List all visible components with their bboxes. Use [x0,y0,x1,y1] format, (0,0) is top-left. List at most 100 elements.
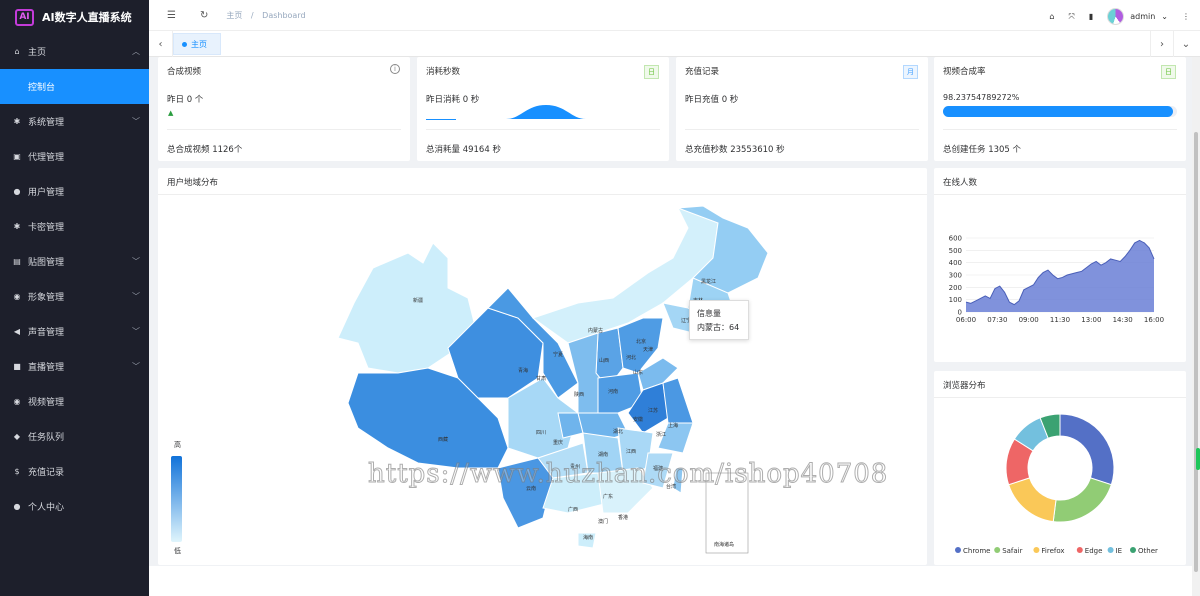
breadcrumb: 主页 / Dashboard [226,10,305,21]
more-vertical-icon[interactable]: ⋮ [1182,12,1190,21]
map-card: 用户地域分布 新疆 西藏 青海 甘肃 内蒙古 黑龙江 辽宁 宁夏 山西 河北 北… [158,168,927,565]
x-tick-label: 14:30 [1113,316,1133,324]
legend-dot [1076,547,1083,553]
sidebar-item-2[interactable]: ✱ 系统管理 ﹀ [0,104,149,139]
sidebar-item-label: 直播管理 [28,363,65,373]
legend-low-label: 低 [174,547,181,555]
sidebar-item-label: 个人中心 [28,503,65,513]
app-logo[interactable]: AI AI数字人直播系统 [0,0,149,34]
y-tick-label: 100 [949,296,962,304]
top-bar: ☰ ↻ 主页 / Dashboard ⌂ ⤧ ▮ admin ⌄ ⋮ [149,0,1200,31]
svg-text:宁夏: 宁夏 [553,351,563,358]
username: admin [1130,12,1156,21]
sidebar-item-label: 贴图管理 [28,258,65,268]
footer-area [149,566,1192,596]
info-icon[interactable]: i [390,64,400,74]
china-map[interactable]: 新疆西藏青海甘肃 内蒙古黑龙江吉林辽宁 宁夏山西河北北京 天津山东陕西河南 四川… [158,168,927,565]
chevron-up-icon: ︿ [132,47,140,56]
stat-card-rate: 视频合成率 日 98.23754789272% 总创建任务 1305 个 [934,57,1186,161]
tab-dropdown-icon[interactable]: ⌄ [1174,31,1198,57]
tab-next-icon[interactable]: › [1150,31,1174,57]
svg-text:青海: 青海 [518,367,528,374]
gear-icon: ✱ [13,117,21,126]
stat-footer: 总合成视频 1126个 [167,145,243,155]
stat-footer: 总充值秒数 23553610 秒 [685,145,785,155]
sidebar-item-4[interactable]: ● 用户管理 [0,174,149,209]
store-icon: ▣ [13,152,21,161]
stat-title: 合成视频 [167,67,202,77]
tab-label: 主页 [191,39,207,49]
user-menu[interactable]: admin ⌄ [1107,8,1168,25]
home-icon[interactable]: ⌂ [1049,12,1054,21]
sidebar-item-label: 视频管理 [28,398,65,408]
page-scrollbar[interactable] [1192,57,1200,596]
sidebar-item-9[interactable]: ■ 直播管理 ﹀ [0,349,149,384]
tooltip-value: 内蒙古：64 [697,323,740,332]
sidebar-item-label: 用户管理 [28,188,65,198]
sidebar-item-3[interactable]: ▣ 代理管理 [0,139,149,174]
svg-text:浙江: 浙江 [656,431,666,438]
fullscreen-icon[interactable]: ⤧ [1068,12,1074,22]
chevron-down-icon: ⌄ [1161,12,1168,21]
svg-text:陕西: 陕西 [574,391,584,398]
breadcrumb-home[interactable]: 主页 [226,11,242,20]
sidebar-item-5[interactable]: ✱ 卡密管理 [0,209,149,244]
tooltip-title: 信息量 [697,309,721,318]
stat-line: 98.23754789272% [943,93,1020,102]
stat-card-recharge: 充值记录 月 昨日充值 0 秒 总充值秒数 23553610 秒 [676,57,928,161]
lock-icon[interactable]: ▮ [1089,12,1093,21]
svg-text:香港: 香港 [618,514,628,521]
pie-slice-safair [1052,477,1112,523]
x-tick-label: 13:00 [1081,316,1101,324]
svg-text:江苏: 江苏 [648,407,658,414]
stat-badge: 月 [903,65,918,79]
sidebar-item-0[interactable]: ⌂ 主页 ︿ [0,34,149,69]
legend-dot [955,547,961,553]
breadcrumb-separator: / [250,10,254,20]
online-card: 在线人数 0 100 200 300 400 500 600 06:00 07:30 09:00 1… [934,168,1186,362]
sidebar-item-8[interactable]: ◀ 声音管理 ﹀ [0,314,149,349]
avatar [1107,8,1125,25]
stat-badge: 日 [1161,65,1176,79]
stat-title: 消耗秒数 [426,67,461,77]
legend-dot [994,547,1001,553]
stat-title: 视频合成率 [943,67,986,77]
y-tick-label: 500 [949,247,962,255]
sidebar-item-label: 系统管理 [28,118,65,128]
sidebar-item-11[interactable]: ◆ 任务队列 [0,419,149,454]
video-icon: ■ [13,362,21,371]
sidebar-item-label: 卡密管理 [28,223,65,233]
trend-up-icon: ▲ [168,109,174,117]
mini-area-chart [426,105,586,120]
legend-label: Firefox [1041,547,1064,555]
scrollbar-thumb[interactable] [1194,132,1198,572]
sidebar-item-6[interactable]: ▤ 贴图管理 ﹀ [0,244,149,279]
progress-fill [943,106,1173,117]
svg-text:四川: 四川 [536,430,546,436]
stat-card-seconds: 消耗秒数 日 昨日消耗 0 秒 总消耗量 49164 秒 [417,57,669,161]
chevron-down-icon: ﹀ [132,292,140,301]
sidebar-item-10[interactable]: ◉ 视频管理 [0,384,149,419]
sidebar-item-1[interactable]: 控制台 [0,69,149,104]
menu-toggle-icon[interactable]: ☰ [167,10,176,21]
legend-label: Chrome [963,547,990,555]
stat-footer: 总消耗量 49164 秒 [426,145,501,155]
tab-home[interactable]: 主页 [173,33,221,55]
sidebar-item-12[interactable]: $ 充值记录 [0,454,149,489]
x-tick-label: 11:30 [1050,316,1070,324]
svg-text:黑龙江: 黑龙江 [701,278,716,285]
legend-dot [1033,547,1040,553]
refresh-icon[interactable]: ↻ [200,10,208,21]
sidebar-item-7[interactable]: ◉ 形象管理 ﹀ [0,279,149,314]
top-right-tools: ⌂ ⤧ ▮ admin ⌄ ⋮ [1049,8,1190,25]
svg-text:河北: 河北 [626,354,636,361]
chevron-down-icon: ﹀ [132,117,140,126]
sidebar: AI AI数字人直播系统 ⌂ 主页 ︿ 控制台 ✱ 系统管理 ﹀ ▣ 代理管理 ● 用户管理 ✱ 卡密管… [0,0,149,596]
volume-icon: ◀ [13,327,21,336]
sidebar-item-13[interactable]: ● 个人中心 [0,489,149,524]
y-tick-label: 400 [949,259,962,267]
svg-text:海南: 海南 [583,534,593,541]
play-circle-icon: ◉ [13,397,21,406]
tab-prev-icon[interactable]: ‹ [149,31,173,57]
stat-line: 昨日充值 0 秒 [685,95,739,105]
